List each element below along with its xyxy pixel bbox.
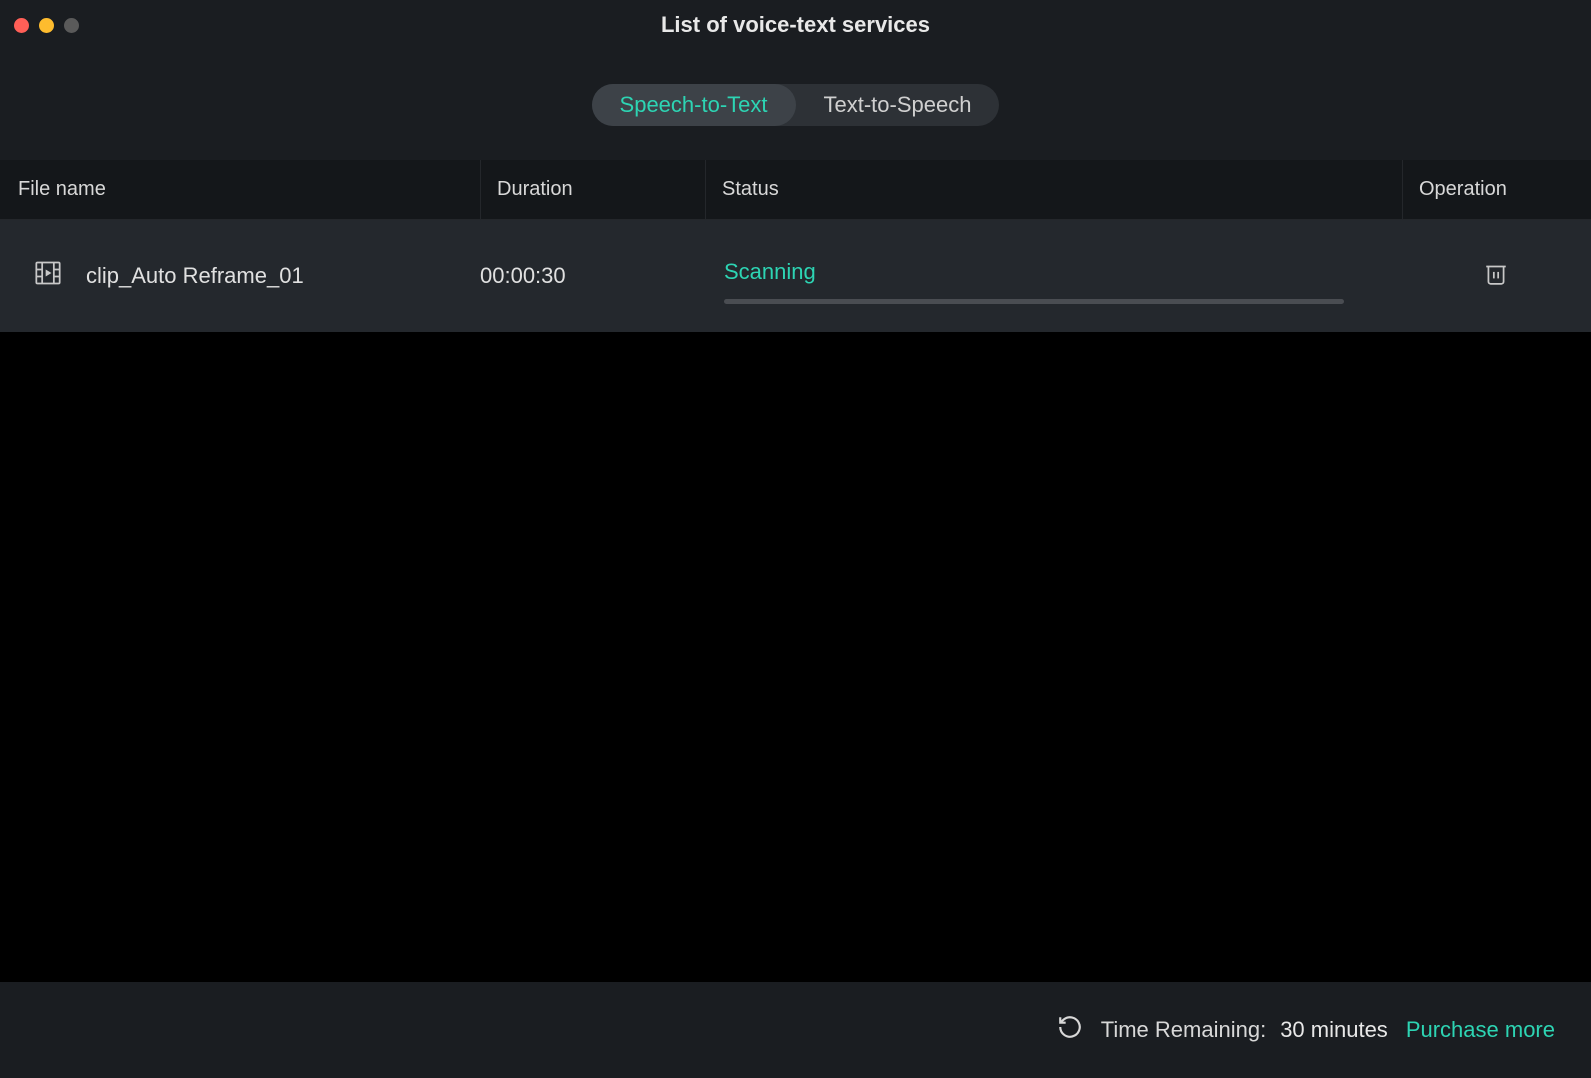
- header-operation: Operation: [1403, 178, 1591, 201]
- footer: Time Remaining: 30 minutes Purchase more: [0, 982, 1591, 1078]
- table-row: clip_Auto Reframe_01 00:00:30 Scanning: [0, 220, 1591, 332]
- trash-icon: [1483, 260, 1509, 292]
- time-remaining-label: Time Remaining:: [1101, 1017, 1266, 1043]
- table-body: clip_Auto Reframe_01 00:00:30 Scanning: [0, 220, 1591, 982]
- titlebar: List of voice-text services: [0, 0, 1591, 50]
- window-title: List of voice-text services: [661, 12, 930, 38]
- file-name-text: clip_Auto Reframe_01: [86, 263, 304, 289]
- tabs-section: Speech-to-Text Text-to-Speech: [0, 50, 1591, 160]
- delete-button[interactable]: [1483, 260, 1509, 292]
- tabs-container: Speech-to-Text Text-to-Speech: [592, 84, 1000, 126]
- refresh-icon: [1057, 1014, 1083, 1046]
- refresh-button[interactable]: [1057, 1014, 1083, 1046]
- minimize-window-button[interactable]: [39, 18, 54, 33]
- close-window-button[interactable]: [14, 18, 29, 33]
- header-status: Status: [706, 178, 1402, 201]
- cell-operation: [1400, 260, 1591, 292]
- status-text: Scanning: [724, 259, 1360, 285]
- tab-text-to-speech[interactable]: Text-to-Speech: [796, 84, 1000, 126]
- progress-bar: [724, 299, 1344, 304]
- cell-status: Scanning: [704, 249, 1400, 304]
- purchase-more-link[interactable]: Purchase more: [1406, 1017, 1555, 1043]
- time-remaining-value: 30 minutes: [1280, 1017, 1388, 1043]
- window: List of voice-text services Speech-to-Te…: [0, 0, 1591, 1078]
- maximize-window-button[interactable]: [64, 18, 79, 33]
- table-header: File name Duration Status Operation: [0, 160, 1591, 220]
- window-controls: [14, 18, 79, 33]
- cell-file-name: clip_Auto Reframe_01: [0, 259, 480, 293]
- header-duration: Duration: [481, 178, 705, 201]
- film-icon: [34, 259, 62, 293]
- cell-duration: 00:00:30: [480, 263, 704, 289]
- header-file-name: File name: [0, 178, 480, 201]
- duration-text: 00:00:30: [480, 263, 566, 289]
- tab-speech-to-text[interactable]: Speech-to-Text: [592, 84, 796, 126]
